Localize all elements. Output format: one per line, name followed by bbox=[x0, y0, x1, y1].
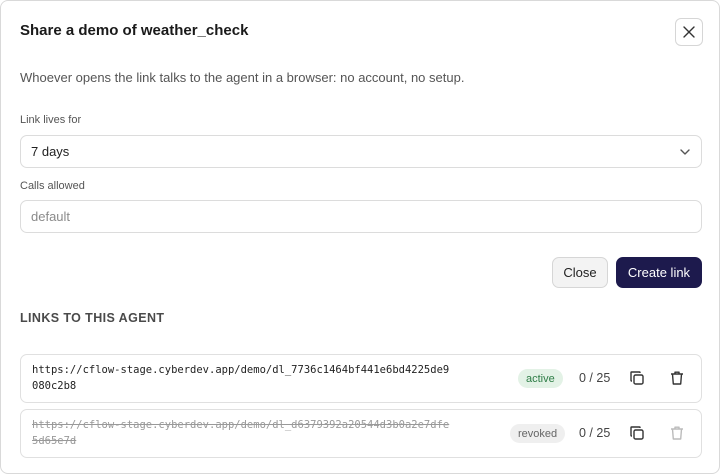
calls-allowed-field bbox=[20, 200, 702, 233]
status-badge: active bbox=[518, 369, 563, 388]
link-row: https://cflow-stage.cyberdev.app/demo/dl… bbox=[20, 354, 702, 403]
share-demo-dialog: Share a demo of weather_check Whoever op… bbox=[0, 0, 720, 474]
close-dialog-button[interactable] bbox=[675, 18, 703, 46]
usage-count: 0 / 25 bbox=[579, 426, 611, 440]
trash-icon bbox=[671, 371, 683, 385]
link-row: https://cflow-stage.cyberdev.app/demo/dl… bbox=[20, 409, 702, 458]
dialog-description: Whoever opens the link talks to the agen… bbox=[20, 70, 465, 85]
copy-link-button[interactable] bbox=[628, 369, 646, 387]
link-url[interactable]: https://cflow-stage.cyberdev.app/demo/dl… bbox=[32, 362, 452, 394]
link-lives-select[interactable]: 7 days bbox=[20, 135, 702, 168]
link-lives-label: Link lives for bbox=[20, 114, 82, 126]
dialog-title: Share a demo of weather_check bbox=[20, 22, 249, 39]
close-icon bbox=[683, 26, 695, 38]
close-button[interactable]: Close bbox=[552, 257, 608, 288]
link-lives-value: 7 days bbox=[31, 144, 70, 159]
usage-count: 0 / 25 bbox=[579, 371, 611, 385]
copy-link-button[interactable] bbox=[628, 424, 646, 442]
calls-allowed-label: Calls allowed bbox=[20, 180, 85, 192]
links-section-heading: LINKS TO THIS AGENT bbox=[20, 311, 165, 325]
copy-icon bbox=[630, 426, 644, 440]
delete-link-button-disabled bbox=[668, 424, 686, 442]
chevron-down-icon bbox=[680, 149, 690, 155]
calls-allowed-input[interactable] bbox=[31, 209, 691, 224]
delete-link-button[interactable] bbox=[668, 369, 686, 387]
create-link-button[interactable]: Create link bbox=[616, 257, 702, 288]
copy-icon bbox=[630, 371, 644, 385]
link-url[interactable]: https://cflow-stage.cyberdev.app/demo/dl… bbox=[32, 417, 452, 449]
status-badge: revoked bbox=[510, 424, 566, 443]
trash-icon bbox=[671, 426, 683, 440]
